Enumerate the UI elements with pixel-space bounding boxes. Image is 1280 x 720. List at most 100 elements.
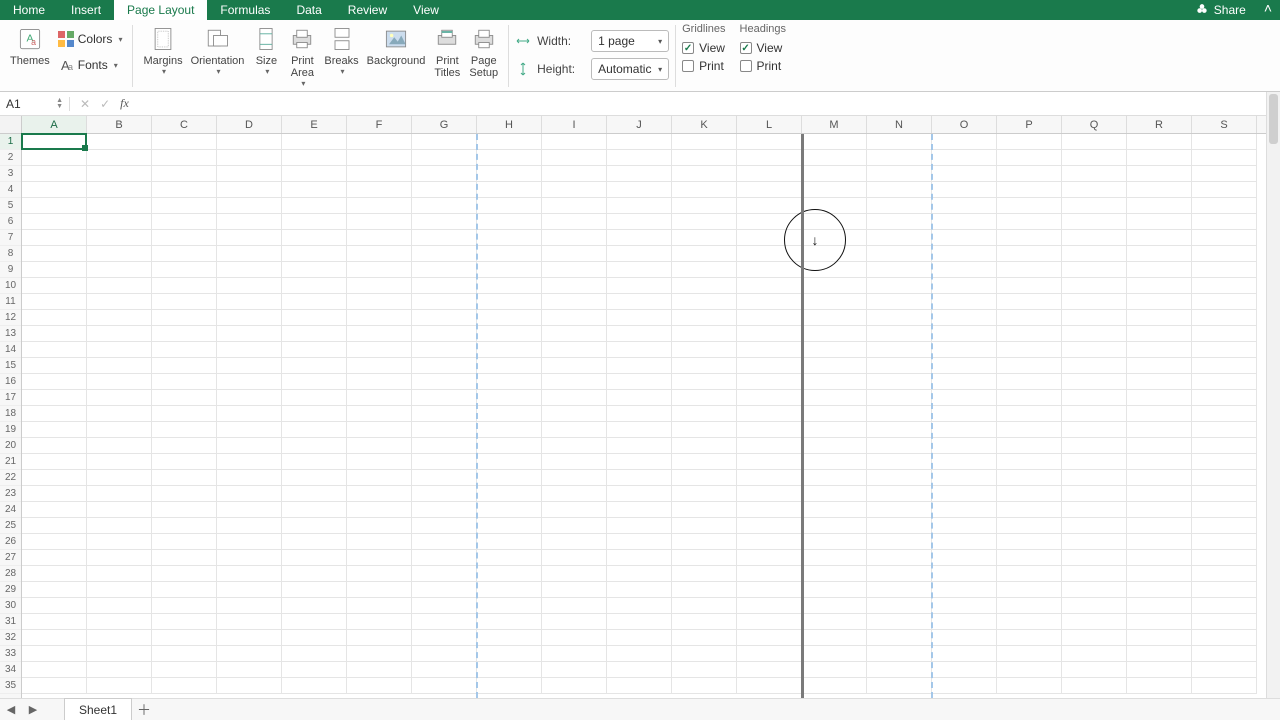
cell[interactable] bbox=[477, 214, 542, 230]
cell[interactable] bbox=[997, 342, 1062, 358]
cell[interactable] bbox=[867, 502, 932, 518]
row-header[interactable]: 8 bbox=[0, 246, 21, 262]
cell[interactable] bbox=[997, 262, 1062, 278]
cell[interactable] bbox=[672, 598, 737, 614]
cell[interactable] bbox=[22, 534, 87, 550]
cell[interactable] bbox=[1127, 342, 1192, 358]
cell[interactable] bbox=[802, 518, 867, 534]
cell[interactable] bbox=[867, 310, 932, 326]
cell[interactable] bbox=[412, 198, 477, 214]
cell[interactable] bbox=[282, 182, 347, 198]
cell[interactable] bbox=[152, 662, 217, 678]
cell[interactable] bbox=[607, 278, 672, 294]
cell[interactable] bbox=[1062, 534, 1127, 550]
cell[interactable] bbox=[412, 390, 477, 406]
cell[interactable] bbox=[997, 182, 1062, 198]
row-header[interactable]: 33 bbox=[0, 646, 21, 662]
cell[interactable] bbox=[607, 646, 672, 662]
cell[interactable] bbox=[152, 630, 217, 646]
cell[interactable] bbox=[672, 310, 737, 326]
column-header[interactable]: R bbox=[1127, 116, 1192, 133]
cell[interactable] bbox=[152, 358, 217, 374]
cell[interactable] bbox=[802, 358, 867, 374]
cell[interactable] bbox=[412, 438, 477, 454]
cell[interactable] bbox=[1192, 374, 1257, 390]
cell[interactable] bbox=[802, 646, 867, 662]
cell[interactable] bbox=[477, 326, 542, 342]
cell[interactable] bbox=[217, 342, 282, 358]
cell[interactable] bbox=[1127, 358, 1192, 374]
cell[interactable] bbox=[1062, 182, 1127, 198]
row-header[interactable]: 19 bbox=[0, 422, 21, 438]
cell[interactable] bbox=[802, 598, 867, 614]
row-header[interactable]: 11 bbox=[0, 294, 21, 310]
cell[interactable] bbox=[412, 262, 477, 278]
cell[interactable] bbox=[932, 630, 997, 646]
cell[interactable] bbox=[1192, 646, 1257, 662]
cell[interactable] bbox=[737, 310, 802, 326]
cell[interactable] bbox=[672, 678, 737, 694]
cell[interactable] bbox=[412, 374, 477, 390]
cell[interactable] bbox=[1062, 502, 1127, 518]
cell[interactable] bbox=[737, 582, 802, 598]
cell[interactable] bbox=[607, 566, 672, 582]
cell[interactable] bbox=[672, 422, 737, 438]
cell[interactable] bbox=[152, 582, 217, 598]
cell[interactable] bbox=[412, 294, 477, 310]
cell[interactable] bbox=[1192, 326, 1257, 342]
cell[interactable] bbox=[217, 502, 282, 518]
cell[interactable] bbox=[867, 550, 932, 566]
cell[interactable] bbox=[282, 470, 347, 486]
cell[interactable] bbox=[607, 534, 672, 550]
cell[interactable] bbox=[1192, 246, 1257, 262]
cell[interactable] bbox=[1062, 374, 1127, 390]
cell[interactable] bbox=[672, 470, 737, 486]
select-all-corner[interactable] bbox=[0, 116, 22, 134]
cell[interactable] bbox=[217, 486, 282, 502]
cell[interactable] bbox=[282, 614, 347, 630]
column-header[interactable]: E bbox=[282, 116, 347, 133]
cell[interactable] bbox=[542, 646, 607, 662]
cell[interactable] bbox=[1192, 470, 1257, 486]
cell[interactable] bbox=[672, 198, 737, 214]
cell[interactable] bbox=[217, 150, 282, 166]
cell[interactable] bbox=[932, 358, 997, 374]
confirm-formula-icon[interactable]: ✓ bbox=[100, 97, 110, 111]
cell[interactable] bbox=[282, 662, 347, 678]
row-header[interactable]: 24 bbox=[0, 502, 21, 518]
row-header[interactable]: 12 bbox=[0, 310, 21, 326]
cell[interactable] bbox=[152, 374, 217, 390]
cell[interactable] bbox=[672, 454, 737, 470]
cell[interactable] bbox=[1192, 550, 1257, 566]
cell[interactable] bbox=[802, 294, 867, 310]
cell[interactable] bbox=[152, 166, 217, 182]
cell[interactable] bbox=[152, 646, 217, 662]
cell[interactable] bbox=[867, 534, 932, 550]
cell[interactable] bbox=[867, 374, 932, 390]
cell[interactable] bbox=[1127, 214, 1192, 230]
cell[interactable] bbox=[737, 422, 802, 438]
cell[interactable] bbox=[87, 262, 152, 278]
cell[interactable] bbox=[282, 134, 347, 150]
cell[interactable] bbox=[802, 614, 867, 630]
cell[interactable] bbox=[87, 390, 152, 406]
colors-dropdown[interactable]: Colors▾ bbox=[54, 29, 127, 49]
cell[interactable] bbox=[282, 342, 347, 358]
cell[interactable] bbox=[672, 582, 737, 598]
cell[interactable] bbox=[867, 198, 932, 214]
cell[interactable] bbox=[1127, 198, 1192, 214]
cell[interactable] bbox=[22, 326, 87, 342]
column-header[interactable]: N bbox=[867, 116, 932, 133]
cell[interactable] bbox=[932, 662, 997, 678]
cell[interactable] bbox=[932, 150, 997, 166]
cell[interactable] bbox=[802, 150, 867, 166]
cell[interactable] bbox=[737, 374, 802, 390]
cell[interactable] bbox=[737, 406, 802, 422]
cell[interactable] bbox=[477, 646, 542, 662]
cell[interactable] bbox=[1192, 150, 1257, 166]
cell[interactable] bbox=[1192, 342, 1257, 358]
cell[interactable] bbox=[87, 294, 152, 310]
cell[interactable] bbox=[1192, 134, 1257, 150]
cell[interactable] bbox=[932, 470, 997, 486]
cell[interactable] bbox=[22, 278, 87, 294]
